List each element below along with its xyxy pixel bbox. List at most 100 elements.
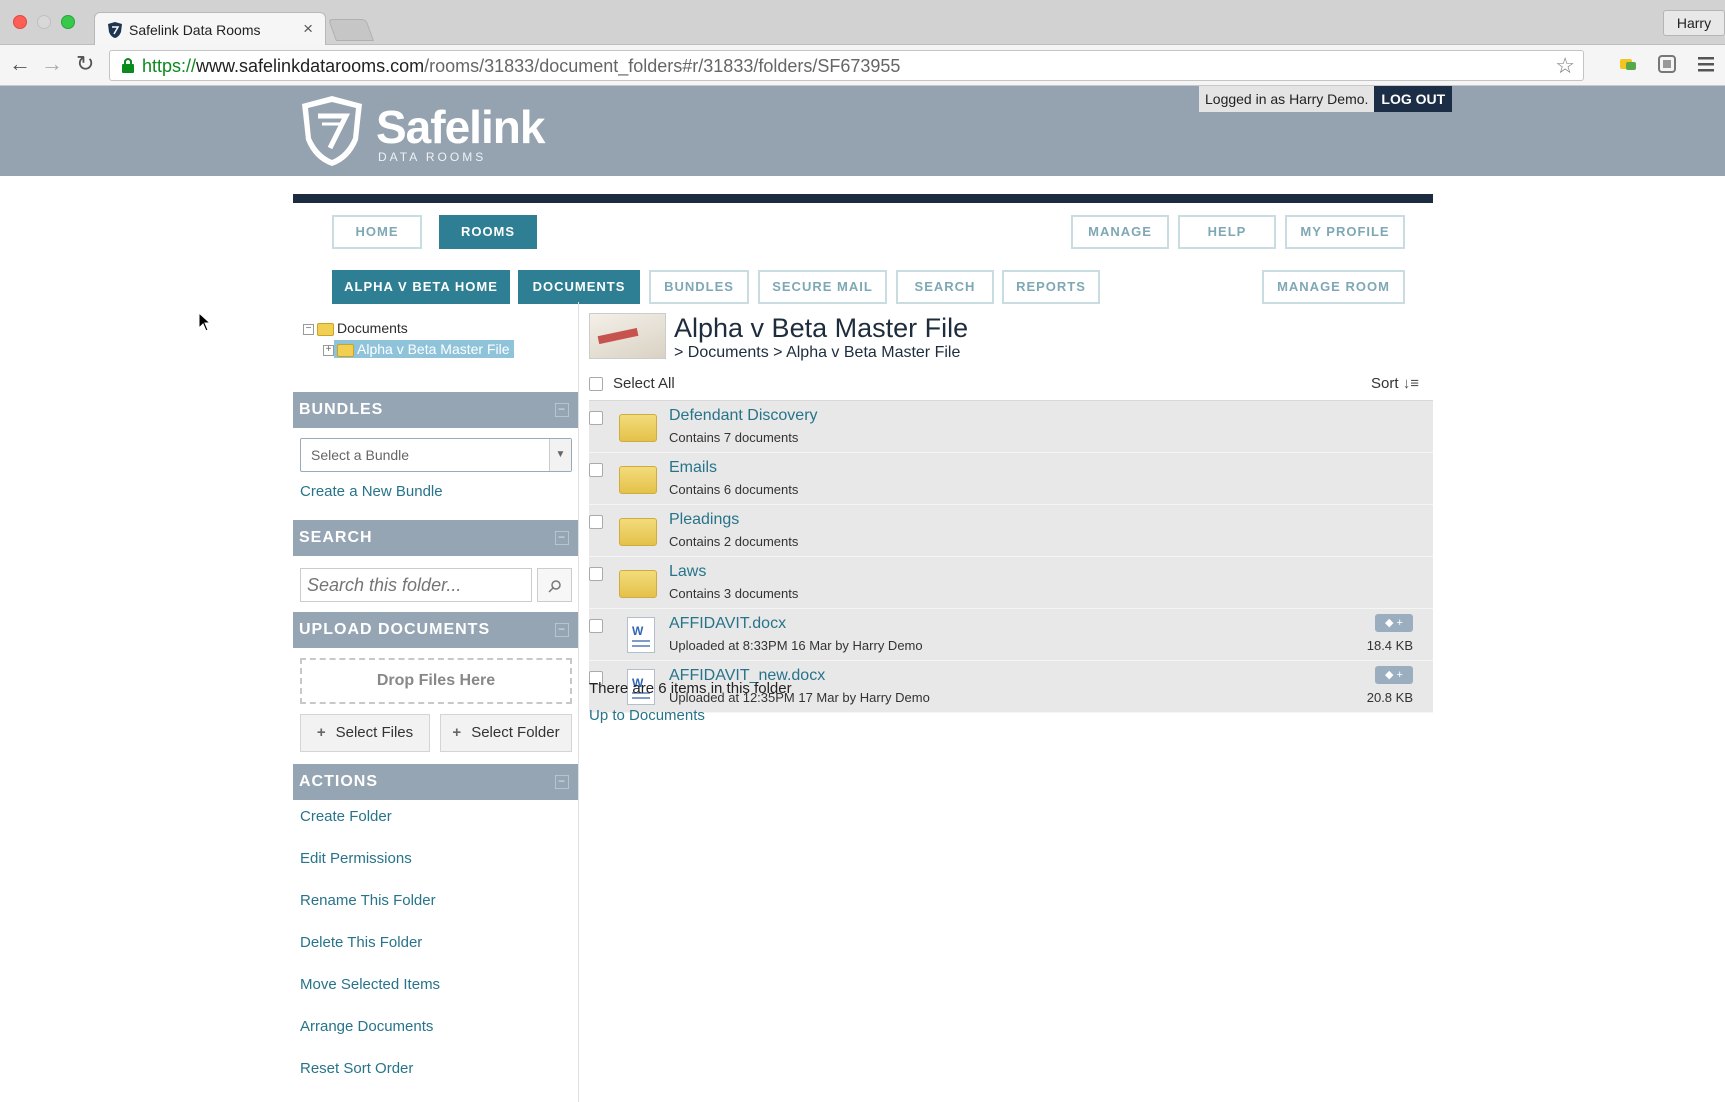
row-checkbox[interactable] [589, 463, 603, 477]
item-meta: Contains 3 documents [669, 586, 799, 601]
item-meta: Uploaded at 8:33PM 16 Mar by Harry Demo [669, 638, 923, 653]
browser-tab[interactable]: Safelink Data Rooms × [94, 12, 326, 46]
shield-favicon-icon [108, 22, 122, 38]
move-items-link[interactable]: Move Selected Items [300, 976, 440, 993]
reset-sort-link[interactable]: Reset Sort Order [300, 1060, 413, 1077]
extension-icon[interactable] [1617, 53, 1639, 75]
collapse-icon[interactable]: − [555, 775, 569, 789]
item-name[interactable]: AFFIDAVIT.docx [669, 615, 786, 633]
nav-manage[interactable]: MANAGE [1071, 215, 1169, 249]
folder-tree: − Documents + Alpha v Beta Master File [303, 320, 573, 380]
item-name[interactable]: Laws [669, 563, 706, 581]
row-checkbox[interactable] [589, 515, 603, 529]
list-item[interactable]: Emails Contains 6 documents [589, 453, 1433, 505]
subnav-search[interactable]: SEARCH [896, 270, 994, 304]
arrange-documents-link[interactable]: Arrange Documents [300, 1018, 433, 1035]
bundles-heading[interactable]: BUNDLES − [293, 392, 579, 428]
sort-button[interactable]: Sort ↓≡ [1371, 375, 1419, 392]
back-arrow-icon[interactable]: ← [9, 53, 31, 75]
subnav-room-home[interactable]: ALPHA V BETA HOME [332, 270, 510, 304]
actions-heading[interactable]: ACTIONS − [293, 764, 579, 800]
subnav-documents[interactable]: DOCUMENTS [518, 270, 640, 304]
minimize-window-icon[interactable] [37, 15, 51, 29]
item-name[interactable]: Emails [669, 459, 717, 477]
maximize-window-icon[interactable] [61, 15, 75, 29]
subnav-secure-mail[interactable]: SECURE MAIL [758, 270, 887, 304]
menu-icon[interactable] [1695, 53, 1717, 75]
nav-rooms[interactable]: ROOMS [439, 215, 537, 249]
item-list: Defendant Discovery Contains 7 documents… [589, 400, 1433, 713]
row-checkbox[interactable] [589, 567, 603, 581]
folder-icon [619, 414, 657, 442]
sort-label: Sort [1371, 375, 1399, 392]
close-window-icon[interactable] [13, 15, 27, 29]
list-item[interactable]: Laws Contains 3 documents [589, 557, 1433, 609]
plus-icon: + [452, 724, 462, 741]
create-bundle-link[interactable]: Create a New Bundle [300, 483, 443, 500]
folder-icon [337, 343, 354, 357]
extension-icon-2[interactable] [1656, 53, 1678, 75]
rename-folder-link[interactable]: Rename This Folder [300, 892, 436, 909]
sort-icon: ↓≡ [1402, 375, 1419, 392]
content-wrapper: HOME ROOMS MANAGE HELP MY PROFILE ALPHA … [293, 194, 1433, 1102]
select-all-checkbox[interactable] [589, 377, 603, 392]
select-files-button[interactable]: + Select Files [300, 714, 430, 752]
bundle-select[interactable]: Select a Bundle ▼ [300, 438, 572, 472]
select-folder-label: Select Folder [471, 724, 560, 741]
safelink-logo[interactable]: Safelink DATA ROOMS [300, 94, 550, 170]
tree-label: Alpha v Beta Master File [357, 341, 510, 357]
folder-icon [317, 322, 334, 336]
close-tab-icon[interactable]: × [303, 19, 313, 39]
folder-icon [619, 518, 657, 546]
top-divider [293, 194, 1433, 203]
search-heading-text: SEARCH [299, 529, 373, 546]
nav-help[interactable]: HELP [1178, 215, 1276, 249]
item-name[interactable]: Pleadings [669, 511, 739, 529]
select-files-label: Select Files [335, 724, 414, 741]
reload-icon[interactable]: ↻ [76, 53, 94, 75]
tag-add-icon[interactable]: ◆ + [1375, 614, 1413, 632]
mouse-cursor-icon [198, 312, 212, 332]
new-tab-button[interactable] [327, 19, 375, 41]
select-folder-button[interactable]: + Select Folder [440, 714, 572, 752]
list-item[interactable]: Defendant Discovery Contains 7 documents [589, 401, 1433, 453]
logout-button[interactable]: LOG OUT [1374, 86, 1453, 112]
upload-heading[interactable]: UPLOAD DOCUMENTS − [293, 612, 579, 648]
collapse-icon[interactable]: − [555, 623, 569, 637]
up-to-documents-link[interactable]: Up to Documents [589, 707, 705, 724]
collapse-icon[interactable]: − [303, 323, 314, 335]
list-item[interactable]: W AFFIDAVIT.docx Uploaded at 8:33PM 16 M… [589, 609, 1433, 661]
forward-arrow-icon[interactable]: → [41, 53, 63, 75]
subnav-manage-room[interactable]: MANAGE ROOM [1262, 270, 1405, 304]
row-checkbox[interactable] [589, 619, 603, 633]
sidebar: BUNDLES − Select a Bundle ▼ Create a New … [293, 302, 579, 1102]
edit-permissions-link[interactable]: Edit Permissions [300, 850, 412, 867]
list-item[interactable]: Pleadings Contains 2 documents [589, 505, 1433, 557]
collapse-icon[interactable]: − [555, 531, 569, 545]
drop-zone[interactable]: Drop Files Here [300, 658, 572, 704]
dropdown-arrow-icon[interactable]: ▼ [549, 439, 571, 471]
address-bar[interactable]: https://www.safelinkdatarooms.com/rooms/… [109, 50, 1584, 81]
row-checkbox[interactable] [589, 411, 603, 425]
search-heading[interactable]: SEARCH − [293, 520, 579, 556]
subnav-reports[interactable]: REPORTS [1002, 270, 1100, 304]
select-all[interactable]: Select All [589, 375, 675, 392]
subnav-bundles[interactable]: BUNDLES [649, 270, 749, 304]
nav-home[interactable]: HOME [332, 215, 422, 249]
tree-node-master-file[interactable]: + Alpha v Beta Master File [323, 340, 514, 358]
collapse-icon[interactable]: − [555, 403, 569, 417]
nav-my-profile[interactable]: MY PROFILE [1285, 215, 1405, 249]
folder-search-input[interactable] [300, 568, 532, 602]
lock-icon [122, 58, 134, 73]
create-folder-link[interactable]: Create Folder [300, 808, 392, 825]
search-button[interactable] [537, 568, 572, 602]
tree-node-documents[interactable]: − Documents [303, 320, 408, 336]
item-name[interactable]: Defendant Discovery [669, 407, 818, 425]
profile-button[interactable]: Harry [1663, 10, 1725, 36]
bookmark-star-icon[interactable]: ☆ [1555, 53, 1575, 79]
delete-folder-link[interactable]: Delete This Folder [300, 934, 422, 951]
logo-name: Safelink [376, 101, 545, 153]
word-doc-icon: W [627, 617, 655, 653]
tag-add-icon[interactable]: ◆ + [1375, 666, 1413, 684]
expand-icon[interactable]: + [323, 344, 334, 356]
